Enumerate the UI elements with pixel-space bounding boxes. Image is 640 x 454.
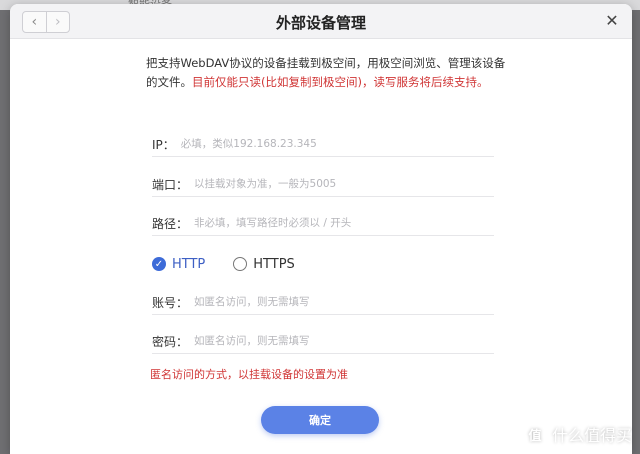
watermark-text: 什么值得买 bbox=[551, 426, 632, 445]
watermark: 值 什么值得买 bbox=[523, 422, 632, 446]
http-radio[interactable]: ✓ HTTP bbox=[152, 257, 205, 272]
account-field: 账号： bbox=[152, 290, 494, 315]
ip-input[interactable] bbox=[174, 138, 494, 150]
port-field: 端口： bbox=[152, 172, 494, 197]
dialog-description: 把支持WebDAV协议的设备挂载到极空间，用极空间浏览、管理该设备的文件。目前仅… bbox=[146, 54, 506, 92]
unchecked-radio-icon bbox=[233, 257, 248, 271]
account-input[interactable] bbox=[188, 296, 494, 308]
checked-icon: ✓ bbox=[152, 257, 166, 271]
dialog-title: 外部设备管理 bbox=[275, 14, 366, 32]
ip-field: IP： bbox=[152, 132, 494, 157]
password-field: 密码： bbox=[152, 329, 494, 354]
confirm-button[interactable]: 确定 bbox=[261, 406, 379, 434]
ip-label: IP： bbox=[152, 137, 175, 152]
password-input[interactable] bbox=[188, 335, 494, 347]
port-label: 端口： bbox=[152, 177, 189, 192]
anonymous-access-note: 匿名访问的方式，以挂载设备的设置为准 bbox=[150, 368, 348, 381]
dialog-titlebar: ‹ › 外部设备管理 ✕ bbox=[10, 4, 632, 39]
path-label: 路径： bbox=[152, 216, 189, 231]
external-device-dialog: ‹ › 外部设备管理 ✕ 把支持WebDAV协议的设备挂载到极空间，用极空间浏览… bbox=[10, 4, 632, 454]
account-label: 账号： bbox=[152, 295, 189, 310]
http-radio-label: HTTP bbox=[172, 256, 206, 272]
close-icon[interactable]: ✕ bbox=[602, 10, 622, 30]
https-radio-label: HTTPS bbox=[253, 256, 295, 272]
watermark-logo-icon: 值 bbox=[523, 423, 546, 445]
path-field: 路径： bbox=[152, 211, 494, 236]
readonly-warning: 目前仅能只读(比如复制到极空间)，读写服务将后续支持。 bbox=[192, 75, 489, 89]
port-input[interactable] bbox=[188, 178, 494, 190]
password-label: 密码： bbox=[152, 334, 189, 349]
protocol-radio-group: ✓ HTTP HTTPS bbox=[152, 254, 323, 274]
https-radio[interactable]: HTTPS bbox=[233, 257, 295, 272]
path-input[interactable] bbox=[188, 217, 494, 229]
